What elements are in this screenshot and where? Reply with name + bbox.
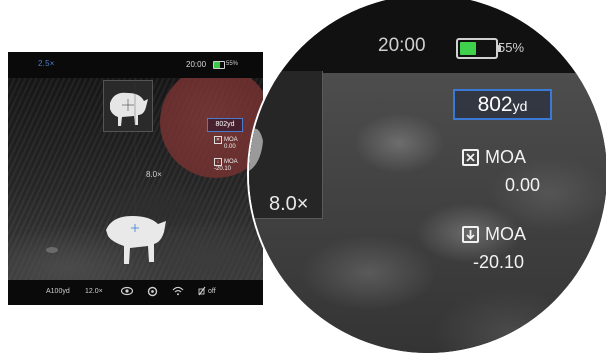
status-bar: 2.5× 20:00 55%: [8, 52, 263, 78]
zoom-indicator: 2.5×: [38, 59, 55, 68]
range-setting[interactable]: A100yd: [46, 288, 70, 295]
bottom-bar: A100yd 12.0× off: [8, 280, 263, 305]
magnified-elevation-label: MOA: [462, 224, 526, 245]
settings-icon[interactable]: [147, 286, 158, 299]
thermal-view: 8.0× 802yd ✕MOA 0.00 ↓MOA -20.10 🎙: [8, 78, 263, 280]
full-screen-view: 2.5× 20:00 55% 8.0× 802yd ✕ MOA 0.00 ↓ M…: [8, 52, 263, 305]
magnified-battery-percent: 55%: [498, 40, 525, 55]
magnified-elevation-value: -20.10: [473, 252, 525, 272]
windage-icon: [462, 149, 479, 166]
recording-status: off: [208, 288, 216, 295]
wifi-icon[interactable]: [172, 286, 184, 298]
boar-silhouette: [106, 216, 166, 264]
magnified-detail: 20:00 55% 8.0× 802yd MOA 0.00 MOA -20.10: [249, 0, 606, 353]
recording-icon[interactable]: [198, 286, 206, 298]
magnified-clock: 20:00: [378, 35, 426, 56]
clock: 20:00: [186, 60, 207, 69]
elevation-readout: ↓ MOA -20.10: [214, 158, 238, 172]
magnified-pip-zoom-label: 8.0×: [269, 193, 309, 215]
battery-icon: [213, 61, 225, 69]
magnified-windage-label: MOA: [462, 147, 526, 168]
battery-percent: 55%: [226, 61, 239, 67]
magnified-windage-value: 0.00: [505, 175, 541, 195]
elevation-icon: [462, 226, 479, 243]
elevation-icon: ↓: [214, 158, 222, 166]
windage-readout: ✕ MOA 0.00: [214, 136, 238, 150]
battery-icon: [456, 38, 501, 59]
magnified-distance-readout: 802yd: [453, 89, 552, 120]
windage-icon: ✕: [214, 136, 222, 144]
zoom-setting[interactable]: 12.0×: [85, 288, 103, 295]
magnified-status-bar: [249, 0, 606, 73]
distance-readout: 802yd: [207, 118, 243, 132]
eye-icon[interactable]: [120, 286, 134, 298]
